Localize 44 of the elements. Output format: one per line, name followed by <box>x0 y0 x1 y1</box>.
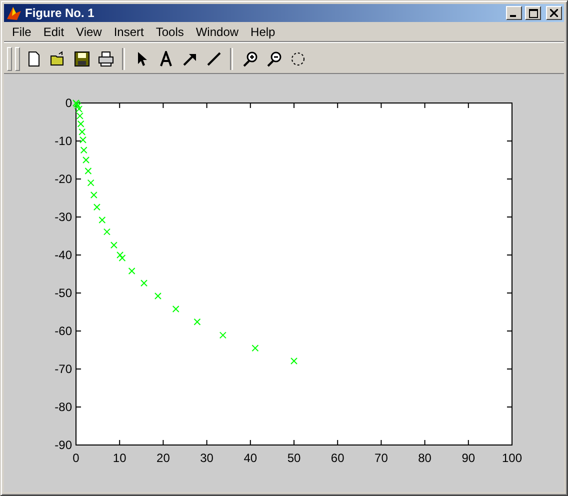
menu-item[interactable]: File <box>6 24 38 38</box>
text-letter-icon <box>158 51 174 67</box>
y-tick-label: -90 <box>54 438 72 452</box>
window-title: Figure No. 1 <box>25 6 96 20</box>
menu-item[interactable]: Help <box>244 24 282 38</box>
maximize-button[interactable] <box>525 6 541 20</box>
maximize-icon <box>528 8 538 18</box>
zoom-out-icon <box>266 51 282 67</box>
y-tick-label: -60 <box>54 324 72 338</box>
y-tick-label: -70 <box>54 362 72 376</box>
x-tick-label: 90 <box>462 451 476 465</box>
y-tick-label: -50 <box>54 286 72 300</box>
x-tick-label: 100 <box>502 451 522 465</box>
print-icon <box>98 51 114 67</box>
y-tick-label: -80 <box>54 400 72 414</box>
menu-item[interactable]: View <box>70 24 108 38</box>
zoom-in-icon <box>242 51 258 67</box>
y-tick-label: -40 <box>54 248 72 262</box>
open-folder-icon <box>50 51 66 67</box>
x-tick-label: 60 <box>330 451 344 465</box>
y-tick-label: -20 <box>54 172 72 186</box>
menu-item[interactable]: Insert <box>108 24 150 38</box>
menu-item[interactable]: Window <box>190 24 245 38</box>
x-tick-label: 0 <box>72 451 80 465</box>
y-tick-label: -30 <box>54 210 72 224</box>
x-tick-label: 70 <box>374 451 388 465</box>
arrow-icon <box>182 51 198 67</box>
new-file-icon <box>26 51 42 67</box>
x-tick-label: 20 <box>156 451 170 465</box>
menu-item[interactable]: Tools <box>150 24 190 38</box>
x-tick-label: 50 <box>287 451 301 465</box>
rotate-icon <box>290 51 306 67</box>
y-tick-label: -10 <box>54 134 72 148</box>
close-button[interactable] <box>546 6 562 20</box>
y-tick-label: 0 <box>65 96 72 110</box>
close-icon <box>550 9 558 17</box>
x-tick-label: 40 <box>244 451 258 465</box>
line-icon <box>206 51 222 67</box>
x-tick-label: 80 <box>418 451 432 465</box>
x-tick-label: 30 <box>200 451 214 465</box>
app-logo-icon <box>6 5 22 21</box>
x-tick-label: 10 <box>112 451 126 465</box>
minimize-button[interactable] <box>506 6 522 20</box>
menu-item[interactable]: Edit <box>37 24 70 38</box>
